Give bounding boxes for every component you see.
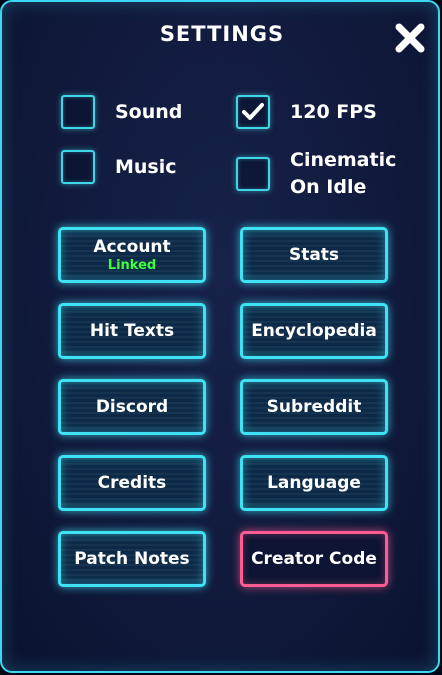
fps-checkbox[interactable]: [236, 95, 270, 129]
subreddit-button-label: Subreddit: [266, 397, 362, 417]
language-button-label: Language: [267, 473, 361, 493]
cinematic-checkbox[interactable]: [236, 157, 270, 191]
close-button[interactable]: [392, 20, 428, 56]
fps-option: 120 FPS: [236, 95, 377, 129]
sound-option: Sound: [61, 95, 182, 129]
cinematic-label-line1: Cinematic: [290, 149, 397, 171]
fps-label: 120 FPS: [290, 101, 377, 123]
cinematic-option: Cinematic On Idle: [236, 147, 396, 201]
discord-button-label: Discord: [95, 397, 169, 417]
music-checkbox[interactable]: [61, 150, 95, 184]
stats-button-label: Stats: [288, 245, 340, 265]
sound-checkbox[interactable]: [61, 95, 95, 129]
settings-panel: SETTINGS Sound 120 FPS Music Cinematic O…: [0, 0, 440, 673]
hit-texts-button[interactable]: Hit Texts: [58, 303, 206, 359]
language-button[interactable]: Language: [240, 455, 388, 511]
close-x-icon: [395, 23, 425, 53]
music-option: Music: [61, 150, 177, 184]
cinematic-label-line2: On Idle: [290, 176, 367, 198]
creator-code-button[interactable]: Creator Code: [240, 531, 388, 587]
subreddit-button[interactable]: Subreddit: [240, 379, 388, 435]
checkmark-icon: [242, 103, 264, 120]
sound-label: Sound: [115, 101, 183, 123]
discord-button[interactable]: Discord: [58, 379, 206, 435]
cinematic-label: Cinematic On Idle: [290, 147, 396, 201]
patch-notes-button-label: Patch Notes: [74, 549, 190, 569]
music-label: Music: [115, 156, 177, 178]
hit-texts-button-label: Hit Texts: [89, 321, 175, 341]
encyclopedia-button-label: Encyclopedia: [251, 321, 377, 341]
creator-code-button-label: Creator Code: [251, 549, 377, 569]
settings-title: SETTINGS: [159, 22, 285, 46]
account-button[interactable]: Account Linked: [58, 227, 206, 283]
account-status: Linked: [107, 258, 157, 273]
credits-button-label: Credits: [97, 473, 167, 493]
encyclopedia-button[interactable]: Encyclopedia: [240, 303, 388, 359]
patch-notes-button[interactable]: Patch Notes: [58, 531, 206, 587]
credits-button[interactable]: Credits: [58, 455, 206, 511]
account-button-label: Account: [93, 237, 171, 257]
stats-button[interactable]: Stats: [240, 227, 388, 283]
